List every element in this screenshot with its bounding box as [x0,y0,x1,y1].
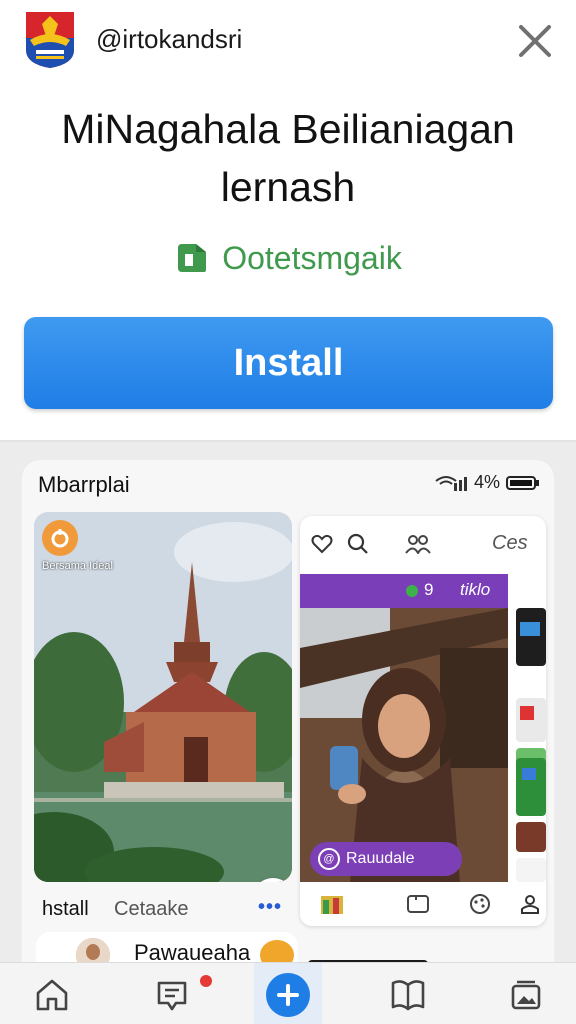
banner-count: 9 [424,580,434,599]
home-icon [36,979,68,1011]
status-bar: 4% [434,472,540,493]
chart-icon[interactable] [318,890,346,918]
add-button[interactable] [266,973,310,1017]
feed-icon [157,981,187,1011]
close-button[interactable] [512,18,558,64]
battery-icon [506,475,539,490]
inner-app-label: Ces [492,532,528,554]
app-title: MiNagahala Beilianiagan lernash [61,106,515,210]
phone-title: Mbarrplai [38,472,130,497]
nav-gallery[interactable] [504,973,548,1017]
developer-icon [178,244,207,272]
palette-icon[interactable] [466,890,494,918]
inner-app-bottom-bar [300,882,546,926]
app-logo [22,10,78,70]
banner-label: tiklo [460,580,491,599]
screenshot-preview[interactable]: Mbarrplai 4% Bersama Ideal hstall Cetaak… [0,442,576,962]
phone-catalog-label[interactable]: Cetaake [114,898,189,921]
featured-photo[interactable] [300,608,508,882]
gallery-icon [511,980,541,1010]
photo-tag-label: Rauudale [346,850,415,867]
inner-app-toolbar: Ces [300,516,546,574]
list-item-badge [260,940,294,962]
phone-mockup: Mbarrplai 4% Bersama Ideal hstall Cetaak… [22,460,554,962]
list-item[interactable]: Pawaueaha [36,932,298,962]
inner-app-screen: Ces 9 tiklo @ Rauudale [300,516,546,926]
inner-app-banner: 9 tiklo [300,574,508,608]
card-badge-text: Bersama Ideal [42,560,113,572]
add-icon [277,984,299,1006]
install-button[interactable]: Install [24,317,553,409]
photo-tag[interactable]: @ Rauudale [310,842,462,876]
search-icon[interactable] [344,530,372,558]
header: @irtokandsri [0,0,576,80]
tag-icon: @ [318,848,340,870]
user-icon[interactable] [516,890,544,918]
avatar [76,938,110,962]
featured-image-card[interactable]: Bersama Ideal [34,512,292,882]
list-item-name: Pawaueaha [134,940,251,962]
nav-home[interactable] [30,973,74,1017]
developer-name: Ootetsmgaik [222,239,402,276]
close-icon [519,25,551,57]
battery-percent: 4% [473,472,500,492]
phone-install-label[interactable]: hstall [42,898,89,921]
nav-feed[interactable] [150,973,194,1017]
thumbnail-strip[interactable] [512,608,546,882]
developer-row[interactable]: Ootetsmgaik [0,236,576,280]
signal-icon [435,475,467,491]
username: @irtokandsri [96,24,243,54]
bottom-nav [0,962,576,1024]
book-icon [391,980,425,1011]
heart-icon[interactable] [308,530,336,558]
card-badge-icon [42,520,78,556]
online-dot [406,585,418,597]
people-icon[interactable] [404,530,432,558]
more-options-icon[interactable]: ••• [258,896,282,919]
nav-library[interactable] [386,973,430,1017]
tablet-icon[interactable] [404,890,432,918]
notification-dot [200,975,212,987]
